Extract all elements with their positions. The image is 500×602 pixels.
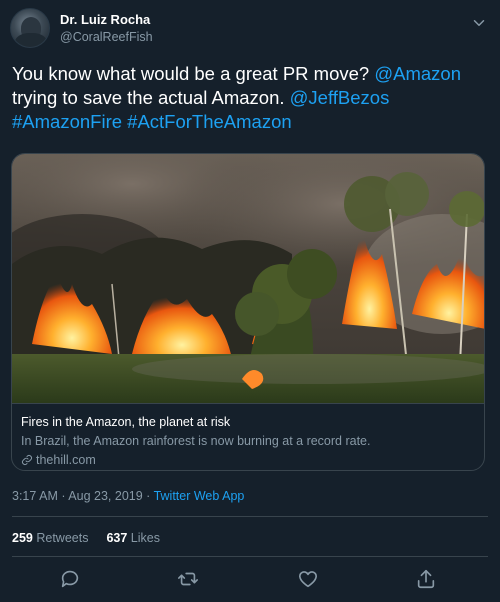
author-name[interactable]: Dr. Luiz Rocha — [60, 12, 150, 27]
mention-bezos-link[interactable]: @JeffBezos — [290, 87, 390, 108]
mention-amazon-link[interactable]: @Amazon — [374, 63, 461, 84]
retweets-stat[interactable]: 259 Retweets — [12, 531, 88, 545]
tweet-actions — [0, 566, 500, 592]
reply-icon[interactable] — [59, 568, 81, 590]
card-domain-label: thehill.com — [36, 453, 96, 467]
retweets-count: 259 — [12, 531, 33, 545]
tweet-source-app[interactable]: Twitter Web App — [154, 489, 245, 503]
hashtag-actfortheamazon-link[interactable]: #ActForTheAmazon — [127, 111, 292, 132]
forest-fire-image — [12, 154, 484, 403]
chevron-down-icon[interactable] — [470, 14, 488, 32]
card-domain: thehill.com — [21, 453, 96, 467]
avatar[interactable] — [10, 8, 50, 48]
likes-label: Likes — [130, 531, 160, 545]
divider — [12, 516, 488, 517]
tweet-header: Dr. Luiz Rocha @CoralReefFish — [10, 8, 490, 48]
retweets-label: Retweets — [36, 531, 89, 545]
link-icon — [22, 455, 32, 465]
likes-stat[interactable]: 637 Likes — [106, 531, 160, 545]
likes-count: 637 — [106, 531, 128, 545]
tweet-date[interactable]: Aug 23, 2019 — [68, 489, 142, 503]
share-icon[interactable] — [415, 568, 437, 590]
card-image[interactable] — [12, 154, 484, 403]
tweet-text: You know what would be a great PR move? … — [12, 62, 490, 134]
meta-separator: · — [57, 489, 69, 503]
tweet-stats: 259 Retweets 637 Likes — [12, 531, 160, 545]
retweet-icon[interactable] — [177, 568, 199, 590]
tweet-meta: 3:17 AM · Aug 23, 2019 · Twitter Web App — [12, 489, 244, 503]
card-title: Fires in the Amazon, the planet at risk — [21, 415, 231, 429]
heart-icon[interactable] — [297, 568, 319, 590]
divider — [12, 556, 488, 557]
tweet-text-part: You know what would be a great PR move? — [12, 63, 375, 84]
hashtag-amazonfire-link[interactable]: #AmazonFire — [12, 111, 122, 132]
card-body[interactable]: Fires in the Amazon, the planet at risk … — [12, 403, 484, 470]
meta-separator: · — [142, 489, 154, 503]
tweet-time[interactable]: 3:17 AM — [12, 489, 58, 503]
link-preview-card[interactable]: Fires in the Amazon, the planet at risk … — [11, 153, 485, 471]
card-description: In Brazil, the Amazon rainforest is now … — [21, 434, 371, 448]
tweet-text-part: trying to save the actual Amazon. — [12, 87, 290, 108]
author-handle[interactable]: @CoralReefFish — [60, 30, 153, 44]
